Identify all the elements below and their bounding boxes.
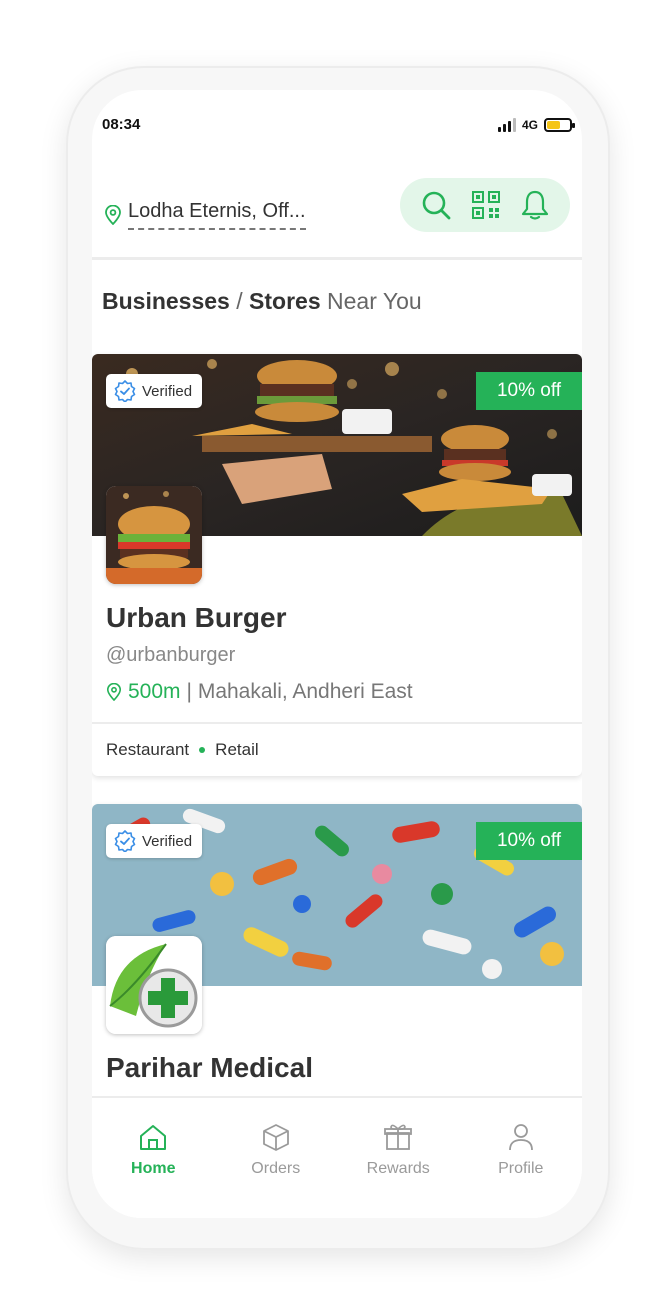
location-pin-icon [106,683,122,701]
category-tag: Restaurant [106,740,190,759]
business-distance: 500m [128,680,181,703]
nav-label: Rewards [366,1160,430,1177]
separator-dot [199,747,206,753]
business-logo [106,936,202,1034]
location-text: Lodha Eternis, Off... [128,200,306,230]
nav-label: Profile [498,1160,544,1177]
verified-badge: Verified [106,374,203,408]
qr-scan-icon[interactable] [471,190,501,220]
section-title: Businesses / Stores Near You [102,288,422,315]
business-address: | Mahakali, Andheri East [186,680,413,703]
location-selector[interactable]: Lodha Eternis, Off... [104,200,306,230]
box-icon [262,1124,289,1151]
verified-badge: Verified [106,824,203,858]
nav-label: Orders [251,1160,301,1177]
status-time: 08:34 [102,116,141,133]
nav-profile[interactable]: Profile [471,1122,571,1218]
discount-badge: 10% off [476,372,582,410]
signal-icon [497,118,516,132]
user-icon [508,1124,533,1151]
network-label: 4G [521,118,538,132]
app-screen: 08:34 4G Lodha Eternis, Off... Businesse… [92,90,582,1218]
status-indicators: 4G [497,118,575,132]
app-header: Lodha Eternis, Off... [92,170,582,260]
verified-label: Verified [142,832,193,850]
nav-orders[interactable]: Orders [226,1122,326,1218]
bottom-navigation: Home Orders Rewards Profile [92,1096,582,1218]
nav-home[interactable]: Home [103,1122,203,1218]
business-logo [106,486,202,584]
verified-label: Verified [142,382,193,400]
nav-rewards[interactable]: Rewards [348,1122,448,1218]
header-actions [400,178,570,232]
business-location: 500m | Mahakali, Andheri East [106,680,413,704]
section-title-separator: / [229,288,250,314]
category-tag: Retail [215,740,259,759]
home-icon [140,1125,167,1150]
business-name[interactable]: Parihar Medical [106,1052,313,1084]
card-divider [92,722,582,724]
location-pin-icon [105,205,121,225]
discount-badge: 10% off [476,822,582,860]
bell-icon[interactable] [520,189,550,221]
nav-label: Home [131,1160,176,1177]
battery-icon [544,118,575,132]
verified-check-icon [114,380,136,402]
section-title-near-you: Near You [320,288,422,314]
verified-check-icon [114,830,136,852]
business-card[interactable]: Verified 10% off Urban Burger @urbanburg… [92,354,582,776]
section-title-businesses: Businesses [102,288,230,314]
status-bar: 08:34 4G [92,90,582,150]
business-handle: @urbanburger [106,644,236,666]
section-title-stores: Stores [249,288,321,314]
gift-icon [384,1124,413,1150]
business-categories: Restaurant Retail [106,740,259,760]
business-name[interactable]: Urban Burger [106,602,286,634]
search-icon[interactable] [420,189,452,221]
